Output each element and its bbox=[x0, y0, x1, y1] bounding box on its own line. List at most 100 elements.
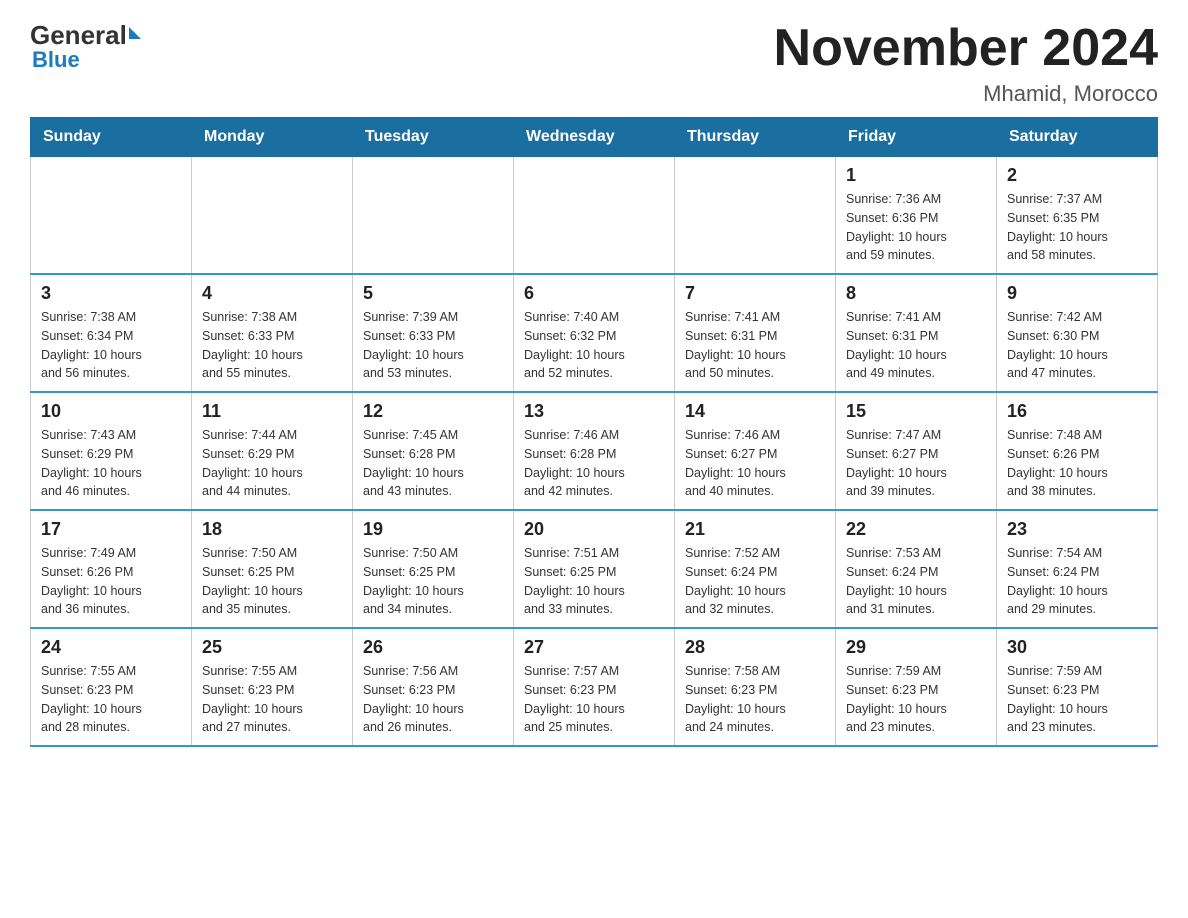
day-info: Sunrise: 7:45 AMSunset: 6:28 PMDaylight:… bbox=[363, 426, 503, 501]
calendar-cell: 5 Sunrise: 7:39 AMSunset: 6:33 PMDaylight… bbox=[353, 274, 514, 392]
calendar-cell: 16 Sunrise: 7:48 AMSunset: 6:26 PMDayligh… bbox=[997, 392, 1158, 510]
day-info: Sunrise: 7:58 AMSunset: 6:23 PMDaylight:… bbox=[685, 662, 825, 737]
day-number: 1 bbox=[846, 165, 986, 186]
day-header-friday: Friday bbox=[836, 118, 997, 157]
day-info: Sunrise: 7:38 AMSunset: 6:34 PMDaylight:… bbox=[41, 308, 181, 383]
calendar-cell bbox=[675, 157, 836, 275]
day-info: Sunrise: 7:46 AMSunset: 6:27 PMDaylight:… bbox=[685, 426, 825, 501]
location-title: Mhamid, Morocco bbox=[774, 81, 1158, 107]
day-number: 8 bbox=[846, 283, 986, 304]
day-number: 16 bbox=[1007, 401, 1147, 422]
calendar-week-row: 3 Sunrise: 7:38 AMSunset: 6:34 PMDaylight… bbox=[31, 274, 1158, 392]
calendar-cell: 2Sunrise: 7:37 AMSunset: 6:35 PMDaylight… bbox=[997, 157, 1158, 275]
day-info: Sunrise: 7:39 AMSunset: 6:33 PMDaylight:… bbox=[363, 308, 503, 383]
logo-blue-text: Blue bbox=[32, 47, 80, 73]
calendar-week-row: 24 Sunrise: 7:55 AMSunset: 6:23 PMDayligh… bbox=[31, 628, 1158, 746]
day-info: Sunrise: 7:49 AMSunset: 6:26 PMDaylight:… bbox=[41, 544, 181, 619]
calendar-week-row: 1 Sunrise: 7:36 AMSunset: 6:36 PMDaylight… bbox=[31, 157, 1158, 275]
calendar-cell: 23 Sunrise: 7:54 AMSunset: 6:24 PMDayligh… bbox=[997, 510, 1158, 628]
title-area: November 2024 Mhamid, Morocco bbox=[774, 20, 1158, 107]
day-number: 11 bbox=[202, 401, 342, 422]
day-number: 17 bbox=[41, 519, 181, 540]
day-info: Sunrise: 7:41 AMSunset: 6:31 PMDaylight:… bbox=[846, 308, 986, 383]
day-info: Sunrise: 7:48 AMSunset: 6:26 PMDaylight:… bbox=[1007, 426, 1147, 501]
calendar-cell: 12 Sunrise: 7:45 AMSunset: 6:28 PMDayligh… bbox=[353, 392, 514, 510]
calendar-cell: 18 Sunrise: 7:50 AMSunset: 6:25 PMDayligh… bbox=[192, 510, 353, 628]
day-number: 27 bbox=[524, 637, 664, 658]
calendar-cell: 9 Sunrise: 7:42 AMSunset: 6:30 PMDaylight… bbox=[997, 274, 1158, 392]
calendar-table: SundayMondayTuesdayWednesdayThursdayFrid… bbox=[30, 117, 1158, 747]
calendar-cell bbox=[514, 157, 675, 275]
calendar-cell bbox=[192, 157, 353, 275]
calendar-week-row: 17 Sunrise: 7:49 AMSunset: 6:26 PMDayligh… bbox=[31, 510, 1158, 628]
day-number: 3 bbox=[41, 283, 181, 304]
day-info: Sunrise: 7:55 AMSunset: 6:23 PMDaylight:… bbox=[41, 662, 181, 737]
day-info: Sunrise: 7:59 AMSunset: 6:23 PMDaylight:… bbox=[846, 662, 986, 737]
day-info: Sunrise: 7:47 AMSunset: 6:27 PMDaylight:… bbox=[846, 426, 986, 501]
day-number: 12 bbox=[363, 401, 503, 422]
calendar-header-row: SundayMondayTuesdayWednesdayThursdayFrid… bbox=[31, 118, 1158, 157]
day-header-saturday: Saturday bbox=[997, 118, 1158, 157]
day-info: Sunrise: 7:52 AMSunset: 6:24 PMDaylight:… bbox=[685, 544, 825, 619]
calendar-cell: 10Sunrise: 7:43 AMSunset: 6:29 PMDayligh… bbox=[31, 392, 192, 510]
calendar-cell: 20Sunrise: 7:51 AMSunset: 6:25 PMDayligh… bbox=[514, 510, 675, 628]
day-number: 24 bbox=[41, 637, 181, 658]
day-number: 25 bbox=[202, 637, 342, 658]
calendar-cell: 22Sunrise: 7:53 AMSunset: 6:24 PMDayligh… bbox=[836, 510, 997, 628]
calendar-week-row: 10Sunrise: 7:43 AMSunset: 6:29 PMDayligh… bbox=[31, 392, 1158, 510]
day-header-monday: Monday bbox=[192, 118, 353, 157]
calendar-cell: 14 Sunrise: 7:46 AMSunset: 6:27 PMDayligh… bbox=[675, 392, 836, 510]
day-info: Sunrise: 7:36 AMSunset: 6:36 PMDaylight:… bbox=[846, 190, 986, 265]
day-number: 5 bbox=[363, 283, 503, 304]
calendar-cell: 4 Sunrise: 7:38 AMSunset: 6:33 PMDaylight… bbox=[192, 274, 353, 392]
day-info: Sunrise: 7:55 AMSunset: 6:23 PMDaylight:… bbox=[202, 662, 342, 737]
month-title: November 2024 bbox=[774, 20, 1158, 77]
day-info: Sunrise: 7:37 AMSunset: 6:35 PMDaylight:… bbox=[1007, 190, 1147, 265]
calendar-cell: 15Sunrise: 7:47 AMSunset: 6:27 PMDayligh… bbox=[836, 392, 997, 510]
calendar-cell: 28 Sunrise: 7:58 AMSunset: 6:23 PMDayligh… bbox=[675, 628, 836, 746]
calendar-cell: 25 Sunrise: 7:55 AMSunset: 6:23 PMDayligh… bbox=[192, 628, 353, 746]
day-number: 14 bbox=[685, 401, 825, 422]
day-number: 19 bbox=[363, 519, 503, 540]
day-info: Sunrise: 7:46 AMSunset: 6:28 PMDaylight:… bbox=[524, 426, 664, 501]
day-number: 10 bbox=[41, 401, 181, 422]
day-info: Sunrise: 7:44 AMSunset: 6:29 PMDaylight:… bbox=[202, 426, 342, 501]
day-number: 13 bbox=[524, 401, 664, 422]
calendar-cell bbox=[353, 157, 514, 275]
calendar-cell: 29 Sunrise: 7:59 AMSunset: 6:23 PMDayligh… bbox=[836, 628, 997, 746]
calendar-cell: 24 Sunrise: 7:55 AMSunset: 6:23 PMDayligh… bbox=[31, 628, 192, 746]
day-number: 29 bbox=[846, 637, 986, 658]
calendar-cell: 13 Sunrise: 7:46 AMSunset: 6:28 PMDayligh… bbox=[514, 392, 675, 510]
day-number: 28 bbox=[685, 637, 825, 658]
day-number: 23 bbox=[1007, 519, 1147, 540]
day-header-sunday: Sunday bbox=[31, 118, 192, 157]
day-info: Sunrise: 7:56 AMSunset: 6:23 PMDaylight:… bbox=[363, 662, 503, 737]
day-info: Sunrise: 7:50 AMSunset: 6:25 PMDaylight:… bbox=[202, 544, 342, 619]
day-info: Sunrise: 7:57 AMSunset: 6:23 PMDaylight:… bbox=[524, 662, 664, 737]
day-info: Sunrise: 7:41 AMSunset: 6:31 PMDaylight:… bbox=[685, 308, 825, 383]
logo-area: General Blue bbox=[30, 20, 141, 73]
day-number: 21 bbox=[685, 519, 825, 540]
day-number: 9 bbox=[1007, 283, 1147, 304]
day-info: Sunrise: 7:59 AMSunset: 6:23 PMDaylight:… bbox=[1007, 662, 1147, 737]
page-header: General Blue November 2024 Mhamid, Moroc… bbox=[30, 20, 1158, 107]
day-number: 20 bbox=[524, 519, 664, 540]
calendar-cell: 26 Sunrise: 7:56 AMSunset: 6:23 PMDayligh… bbox=[353, 628, 514, 746]
day-number: 26 bbox=[363, 637, 503, 658]
calendar-cell: 6 Sunrise: 7:40 AMSunset: 6:32 PMDaylight… bbox=[514, 274, 675, 392]
day-info: Sunrise: 7:54 AMSunset: 6:24 PMDaylight:… bbox=[1007, 544, 1147, 619]
calendar-cell bbox=[31, 157, 192, 275]
day-number: 4 bbox=[202, 283, 342, 304]
day-number: 6 bbox=[524, 283, 664, 304]
calendar-cell: 11 Sunrise: 7:44 AMSunset: 6:29 PMDayligh… bbox=[192, 392, 353, 510]
day-number: 30 bbox=[1007, 637, 1147, 658]
day-number: 7 bbox=[685, 283, 825, 304]
day-header-wednesday: Wednesday bbox=[514, 118, 675, 157]
day-info: Sunrise: 7:38 AMSunset: 6:33 PMDaylight:… bbox=[202, 308, 342, 383]
calendar-cell: 17 Sunrise: 7:49 AMSunset: 6:26 PMDayligh… bbox=[31, 510, 192, 628]
calendar-cell: 7 Sunrise: 7:41 AMSunset: 6:31 PMDaylight… bbox=[675, 274, 836, 392]
day-info: Sunrise: 7:40 AMSunset: 6:32 PMDaylight:… bbox=[524, 308, 664, 383]
day-info: Sunrise: 7:42 AMSunset: 6:30 PMDaylight:… bbox=[1007, 308, 1147, 383]
day-number: 18 bbox=[202, 519, 342, 540]
logo-triangle-icon bbox=[129, 27, 141, 39]
